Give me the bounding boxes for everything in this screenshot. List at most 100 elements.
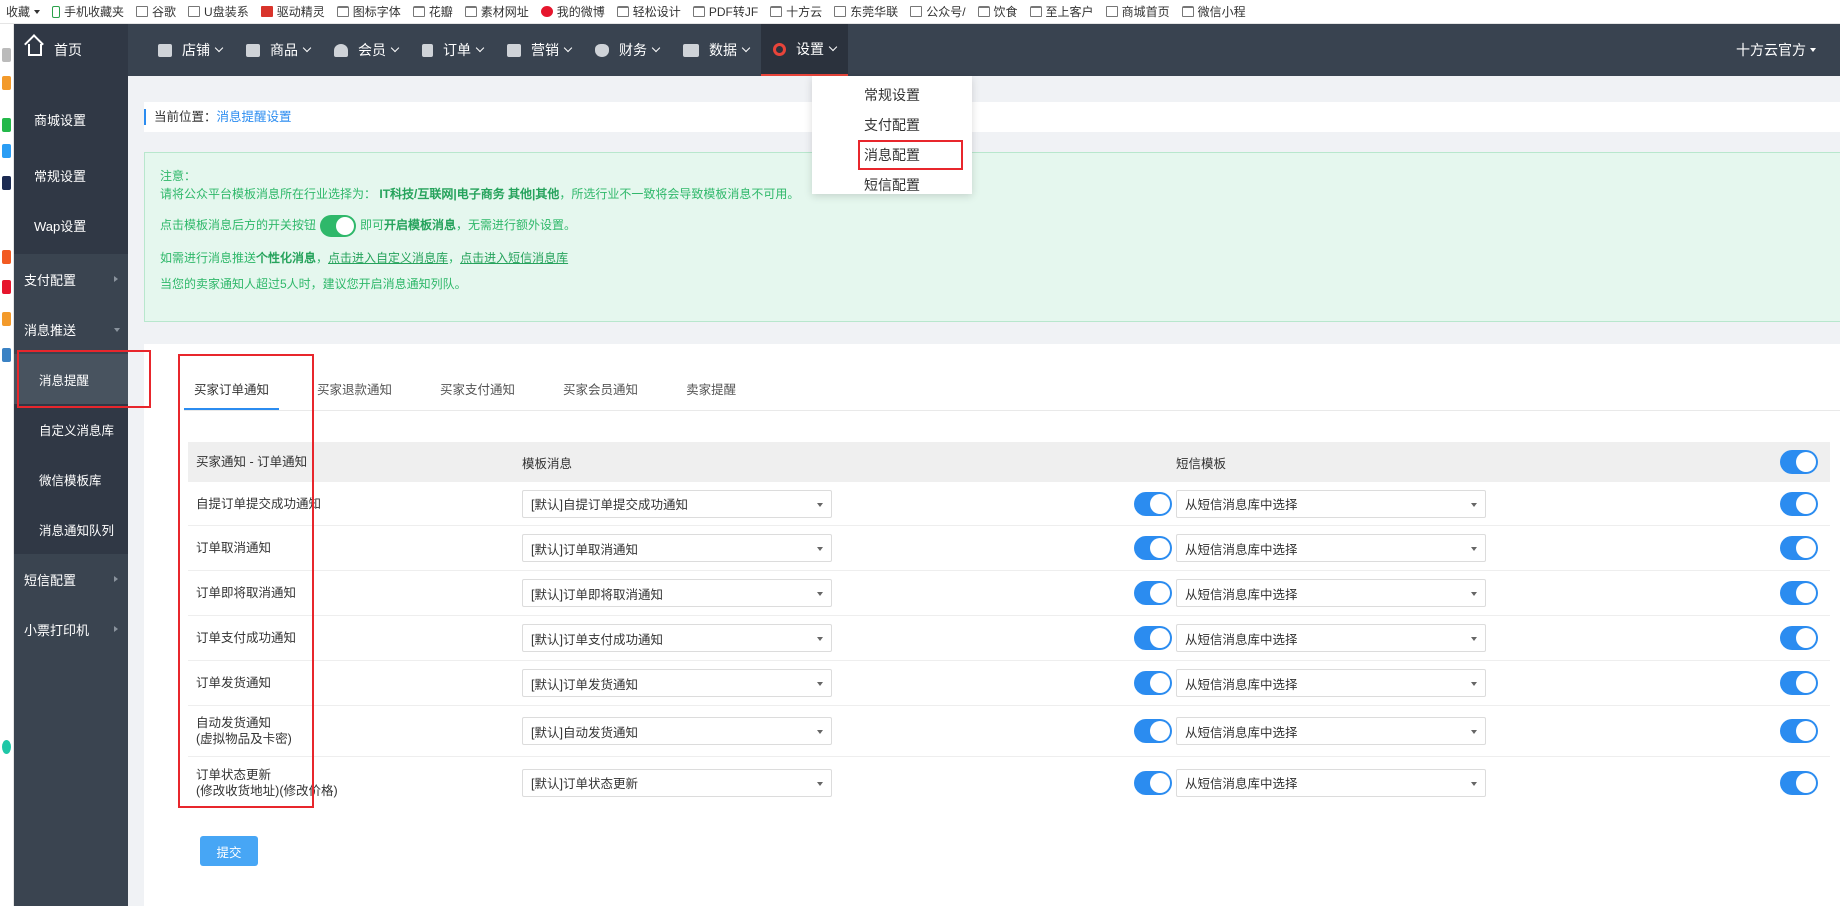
bookmark-item[interactable]: 花瓣 — [407, 0, 459, 23]
bookmark-item[interactable]: 轻松设计 — [611, 0, 687, 23]
template-toggle-switch[interactable] — [1134, 719, 1172, 743]
app-icon[interactable] — [2, 280, 11, 294]
bookmark-item[interactable]: 十方云 — [764, 0, 828, 23]
bookmark-item[interactable]: 收藏 — [0, 0, 46, 23]
nav-data[interactable]: 数据 — [671, 24, 761, 76]
sms-toggle-switch[interactable] — [1780, 581, 1818, 605]
template-toggle-switch[interactable] — [1134, 671, 1172, 695]
sms-toggle-switch[interactable] — [1780, 719, 1818, 743]
breadcrumb-current[interactable]: 消息提醒设置 — [217, 110, 292, 124]
sidebar-item-wechat-template-library[interactable]: 微信模板库 — [14, 454, 128, 504]
nav-finance[interactable]: 财务 — [583, 24, 671, 76]
dropdown-item-payment[interactable]: 支付配置 — [812, 110, 972, 140]
nav-orders[interactable]: 订单 — [410, 24, 495, 76]
template-toggle-switch[interactable] — [1134, 626, 1172, 650]
dropdown-item-general[interactable]: 常规设置 — [812, 80, 972, 110]
nav-goods[interactable]: 商品 — [234, 24, 322, 76]
tab-buyer-member[interactable]: 买家会员通知 — [553, 378, 648, 410]
template-toggle-switch[interactable] — [1134, 491, 1172, 516]
dropdown-item-message[interactable]: 消息配置 — [858, 140, 963, 170]
bookmark-item[interactable]: U盘装系 — [182, 0, 255, 23]
template-select[interactable]: [默认]订单状态更新 — [522, 768, 832, 797]
sidebar-item-receipt-printer[interactable]: 小票打印机 — [14, 604, 128, 654]
sidebar-item-custom-message-library[interactable]: 自定义消息库 — [14, 404, 128, 454]
tab-buyer-payment[interactable]: 买家支付通知 — [430, 378, 525, 410]
caret-down-icon — [817, 730, 823, 734]
bookmark-item[interactable]: 商城首页 — [1100, 0, 1176, 23]
sms-select[interactable]: 从短信消息库中选择 — [1176, 579, 1486, 607]
sidebar-item-message-reminder[interactable]: 消息提醒 — [14, 354, 128, 404]
bookmark-item[interactable]: 素材网址 — [459, 0, 535, 23]
home-button[interactable]: 首页 — [14, 24, 128, 76]
sms-select[interactable]: 从短信消息库中选择 — [1176, 669, 1486, 697]
template-toggle-switch[interactable] — [1134, 581, 1172, 605]
bookmark-item[interactable]: 图标字体 — [331, 0, 407, 23]
bookmark-item[interactable]: 手机收藏夹 — [46, 0, 130, 23]
bookmark-item[interactable]: 饮食 — [972, 0, 1024, 23]
sidebar-item-mall-settings[interactable]: 商城设置 — [14, 88, 128, 150]
tab-buyer-order[interactable]: 买家订单通知 — [184, 378, 280, 410]
template-select[interactable]: [默认]自提订单提交成功通知 — [522, 489, 832, 518]
tab-seller-reminder[interactable]: 卖家提醒 — [676, 378, 746, 410]
app-icon[interactable] — [2, 348, 11, 362]
caret-down-icon — [1471, 637, 1477, 641]
bookmark-item[interactable]: PDF转JF — [687, 0, 764, 23]
bookmark-item[interactable]: 微信小程 — [1176, 0, 1252, 23]
bookmark-item[interactable]: 东莞华联 — [828, 0, 904, 23]
custom-message-library-link[interactable]: 点击进入自定义消息库 — [328, 251, 448, 265]
nav-members[interactable]: 会员 — [322, 24, 410, 76]
app-icon[interactable] — [2, 48, 11, 62]
app-icon[interactable] — [2, 740, 11, 754]
table-row: 订单发货通知 [默认]订单发货通知 从短信消息库中选择 — [188, 661, 1830, 706]
sms-toggle-switch[interactable] — [1780, 671, 1818, 695]
sms-toggle-switch[interactable] — [1780, 770, 1818, 795]
sms-toggle-switch[interactable] — [1780, 536, 1818, 560]
app-icon[interactable] — [2, 144, 11, 158]
template-select[interactable]: [默认]订单即将取消通知 — [522, 579, 832, 607]
template-select[interactable]: [默认]自动发货通知 — [522, 717, 832, 745]
sms-toggle-switch[interactable] — [1780, 626, 1818, 650]
app-icon[interactable] — [2, 250, 11, 264]
sidebar-item-wap-settings[interactable]: Wap设置 — [14, 200, 128, 250]
template-toggle-switch[interactable] — [1134, 770, 1172, 795]
bookmark-item[interactable]: 驱动精灵 — [255, 0, 331, 23]
sms-message-library-link[interactable]: 点击进入短信消息库 — [460, 251, 568, 265]
sidebar-item-message-push[interactable]: 消息推送 — [14, 304, 128, 354]
toggle-all-sms-switch[interactable] — [1780, 450, 1818, 474]
sidebar-item-payment[interactable]: 支付配置 — [14, 254, 128, 304]
template-select[interactable]: [默认]订单发货通知 — [522, 669, 832, 697]
template-select[interactable]: [默认]订单取消通知 — [522, 534, 832, 562]
bookmark-item[interactable]: 谷歌 — [130, 0, 182, 23]
user-menu[interactable]: 十方云官方 — [1736, 40, 1840, 60]
app-icon[interactable] — [2, 76, 11, 90]
sms-select[interactable]: 从短信消息库中选择 — [1176, 624, 1486, 652]
submit-button[interactable]: 提交 — [200, 836, 258, 866]
template-toggle-switch[interactable] — [1134, 536, 1172, 560]
sms-select[interactable]: 从短信消息库中选择 — [1176, 717, 1486, 745]
sms-select[interactable]: 从短信消息库中选择 — [1176, 534, 1486, 562]
app-icon[interactable] — [2, 176, 11, 190]
table-row: 订单即将取消通知 [默认]订单即将取消通知 从短信消息库中选择 — [188, 571, 1830, 616]
nav-marketing[interactable]: 营销 — [495, 24, 583, 76]
sms-select[interactable]: 从短信消息库中选择 — [1176, 768, 1486, 797]
template-select[interactable]: [默认]订单支付成功通知 — [522, 624, 832, 652]
tab-buyer-refund[interactable]: 买家退款通知 — [307, 378, 402, 410]
page-icon — [1105, 6, 1118, 17]
settings-dropdown: 常规设置 支付配置 消息配置 短信配置 — [812, 76, 972, 194]
sms-select[interactable]: 从短信消息库中选择 — [1176, 489, 1486, 518]
sidebar-item-sms[interactable]: 短信配置 — [14, 554, 128, 604]
bookmark-item[interactable]: 至上客户 — [1024, 0, 1100, 23]
caret-down-icon — [1471, 730, 1477, 734]
chevron-down-icon — [475, 43, 485, 53]
bookmark-item[interactable]: 公众号/ — [904, 0, 971, 23]
nav-store[interactable]: 店铺 — [146, 24, 234, 76]
folder-icon — [977, 6, 990, 17]
sms-toggle-switch[interactable] — [1780, 491, 1818, 516]
nav-settings[interactable]: 设置 — [761, 24, 848, 76]
app-icon[interactable] — [2, 118, 11, 132]
dropdown-item-sms[interactable]: 短信配置 — [812, 170, 972, 200]
sidebar-item-general-settings[interactable]: 常规设置 — [14, 150, 128, 200]
app-icon[interactable] — [2, 312, 11, 326]
bookmark-item[interactable]: 我的微博 — [535, 0, 611, 23]
sidebar-item-message-queue[interactable]: 消息通知队列 — [14, 504, 128, 554]
